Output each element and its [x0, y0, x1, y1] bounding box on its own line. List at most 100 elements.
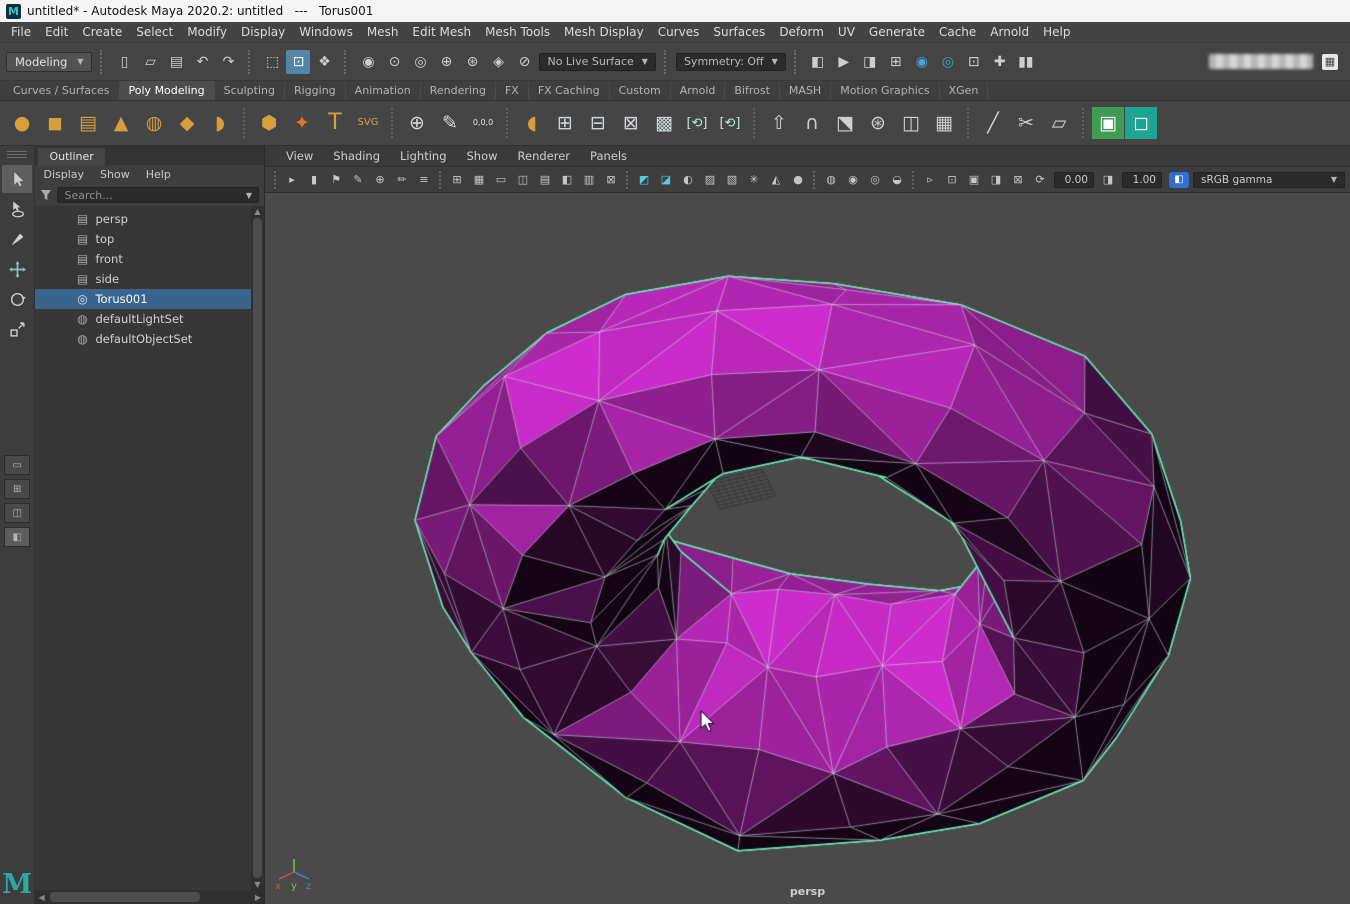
- lasso-tool-button[interactable]: [2, 195, 32, 223]
- file-action-icon[interactable]: ▤: [164, 50, 188, 74]
- viewport-toolbar-icon[interactable]: ◍: [821, 170, 841, 190]
- poly-primitive-icon[interactable]: ▲: [105, 107, 137, 139]
- shelf-tab[interactable]: Motion Graphics: [831, 81, 939, 100]
- menu-item[interactable]: Create: [75, 23, 129, 41]
- snap-icon[interactable]: ⊘: [512, 50, 536, 74]
- cut-tool-icon[interactable]: ╱: [977, 107, 1009, 139]
- menu-item[interactable]: Help: [1036, 23, 1077, 41]
- render-action-icon[interactable]: ✚: [988, 50, 1012, 74]
- scroll-down-icon[interactable]: ▼: [254, 880, 260, 889]
- snap-icon[interactable]: ◎: [408, 50, 432, 74]
- viewport-toolbar-icon[interactable]: ▦: [469, 170, 489, 190]
- outliner-item[interactable]: ◍ defaultObjectSet: [35, 329, 251, 349]
- toolbar-grip[interactable]: [813, 171, 816, 189]
- menu-item[interactable]: Edit: [38, 23, 75, 41]
- viewport-toolbar-icon[interactable]: ▹: [920, 170, 940, 190]
- shelf-tab[interactable]: Sculpting: [215, 81, 285, 100]
- outliner-horizontal-scrollbar[interactable]: ◀ ▶: [35, 890, 264, 904]
- edit-mesh-icon[interactable]: ⇧: [763, 107, 795, 139]
- viewport-menu-item[interactable]: View: [277, 149, 322, 163]
- construction-icon[interactable]: ✎: [434, 107, 466, 139]
- outliner-menu-item[interactable]: Help: [146, 168, 179, 181]
- selection-mask-icon[interactable]: ❖: [312, 50, 336, 74]
- outliner-item[interactable]: ◍ defaultLightSet: [35, 309, 251, 329]
- viewport-toolbar-icon[interactable]: ◐: [678, 170, 698, 190]
- edit-mesh-icon[interactable]: ▦: [928, 107, 960, 139]
- group-grip[interactable]: [664, 50, 668, 74]
- rotate-tool-button[interactable]: [2, 285, 32, 313]
- poly-primitive-icon[interactable]: ◗: [204, 107, 236, 139]
- viewport-toolbar-icon[interactable]: ◉: [843, 170, 863, 190]
- group-grip[interactable]: [248, 50, 252, 74]
- type-tool-icon[interactable]: SVG: [352, 107, 384, 139]
- layout-two-pane-button[interactable]: ◫: [4, 503, 30, 523]
- viewport-toolbar-icon[interactable]: ▮: [304, 170, 324, 190]
- file-action-icon[interactable]: ▯: [112, 50, 136, 74]
- snap-icon[interactable]: ⊛: [460, 50, 484, 74]
- outliner-menu-item[interactable]: Show: [100, 168, 138, 181]
- group-grip[interactable]: [344, 50, 348, 74]
- viewport-toolbar-icon[interactable]: ⊠: [1008, 170, 1028, 190]
- menu-item[interactable]: Display: [234, 23, 292, 41]
- misc-shelf-icon[interactable]: ▣: [1092, 107, 1124, 139]
- type-tool-icon[interactable]: ✦: [286, 107, 318, 139]
- menu-item[interactable]: Generate: [862, 23, 932, 41]
- render-action-icon[interactable]: ⊡: [962, 50, 986, 74]
- snap-icon[interactable]: ⊙: [382, 50, 406, 74]
- toolbar-grip[interactable]: [274, 171, 277, 189]
- viewport-toolbar-icon[interactable]: ◫: [513, 170, 533, 190]
- poly-primitive-icon[interactable]: ▤: [72, 107, 104, 139]
- file-action-icon[interactable]: ↶: [190, 50, 214, 74]
- menu-item[interactable]: Cache: [932, 23, 983, 41]
- edit-mesh-icon[interactable]: ◫: [895, 107, 927, 139]
- menu-item[interactable]: Surfaces: [706, 23, 772, 41]
- viewport-toolbar-icon[interactable]: ✏: [392, 170, 412, 190]
- outliner-item[interactable]: ▤ persp: [35, 209, 251, 229]
- viewport-toolbar-icon[interactable]: ▣: [964, 170, 984, 190]
- render-action-icon[interactable]: ⊞: [884, 50, 908, 74]
- file-action-icon[interactable]: ↷: [216, 50, 240, 74]
- menu-item[interactable]: Edit Mesh: [405, 23, 478, 41]
- shelf-tab[interactable]: Rendering: [421, 81, 496, 100]
- outliner-item[interactable]: ▤ side: [35, 269, 251, 289]
- viewport-toolbar-icon[interactable]: ▸: [282, 170, 302, 190]
- menu-item[interactable]: Mesh: [360, 23, 406, 41]
- viewport-toolbar-icon[interactable]: ▧: [722, 170, 742, 190]
- scrollbar-thumb[interactable]: [253, 218, 262, 878]
- viewport-menu-item[interactable]: Shading: [324, 149, 389, 163]
- viewport-menu-item[interactable]: Renderer: [509, 149, 580, 163]
- combine-icon[interactable]: ⊟: [582, 107, 614, 139]
- menu-item[interactable]: Mesh Tools: [478, 23, 557, 41]
- toolbox-grip[interactable]: [7, 151, 27, 158]
- combine-icon[interactable]: ⊠: [615, 107, 647, 139]
- select-tool-button[interactable]: [2, 165, 32, 193]
- render-action-icon[interactable]: ▶: [832, 50, 856, 74]
- viewport-toolbar-icon[interactable]: ◪: [656, 170, 676, 190]
- construction-icon[interactable]: 0,0,0: [467, 107, 499, 139]
- viewport-canvas[interactable]: [265, 193, 1308, 902]
- symmetry-field[interactable]: Symmetry: Off ▼: [676, 53, 786, 71]
- search-input[interactable]: Search... ▼: [57, 187, 259, 203]
- group-grip[interactable]: [100, 50, 104, 74]
- shelf-tab[interactable]: Curves / Surfaces: [4, 81, 120, 100]
- viewport-toolbar-icon[interactable]: ⊡: [942, 170, 962, 190]
- outliner-item[interactable]: ◎ Torus001: [35, 289, 251, 309]
- toolbar-grip[interactable]: [439, 171, 442, 189]
- viewport-toolbar-icon[interactable]: ✳: [744, 170, 764, 190]
- viewport-toolbar-icon[interactable]: ▤: [535, 170, 555, 190]
- viewport-toolbar-icon[interactable]: ◩: [634, 170, 654, 190]
- render-action-icon[interactable]: ◎: [936, 50, 960, 74]
- render-action-icon[interactable]: ◧: [806, 50, 830, 74]
- poly-primitive-icon[interactable]: ●: [6, 107, 38, 139]
- snap-icon[interactable]: ⊕: [434, 50, 458, 74]
- outliner-item[interactable]: ▤ front: [35, 249, 251, 269]
- group-grip[interactable]: [794, 50, 798, 74]
- scroll-left-icon[interactable]: ◀: [38, 893, 44, 902]
- shelf-tab[interactable]: Poly Modeling: [120, 81, 215, 100]
- selection-mask-icon[interactable]: ⬚: [260, 50, 284, 74]
- poly-primitive-icon[interactable]: ◼: [39, 107, 71, 139]
- layout-four-pane-button[interactable]: ⊞: [4, 479, 30, 499]
- selection-mask-icon[interactable]: ⊡: [286, 50, 310, 74]
- poly-primitive-icon[interactable]: ◆: [171, 107, 203, 139]
- viewport-menu-item[interactable]: Panels: [581, 149, 636, 163]
